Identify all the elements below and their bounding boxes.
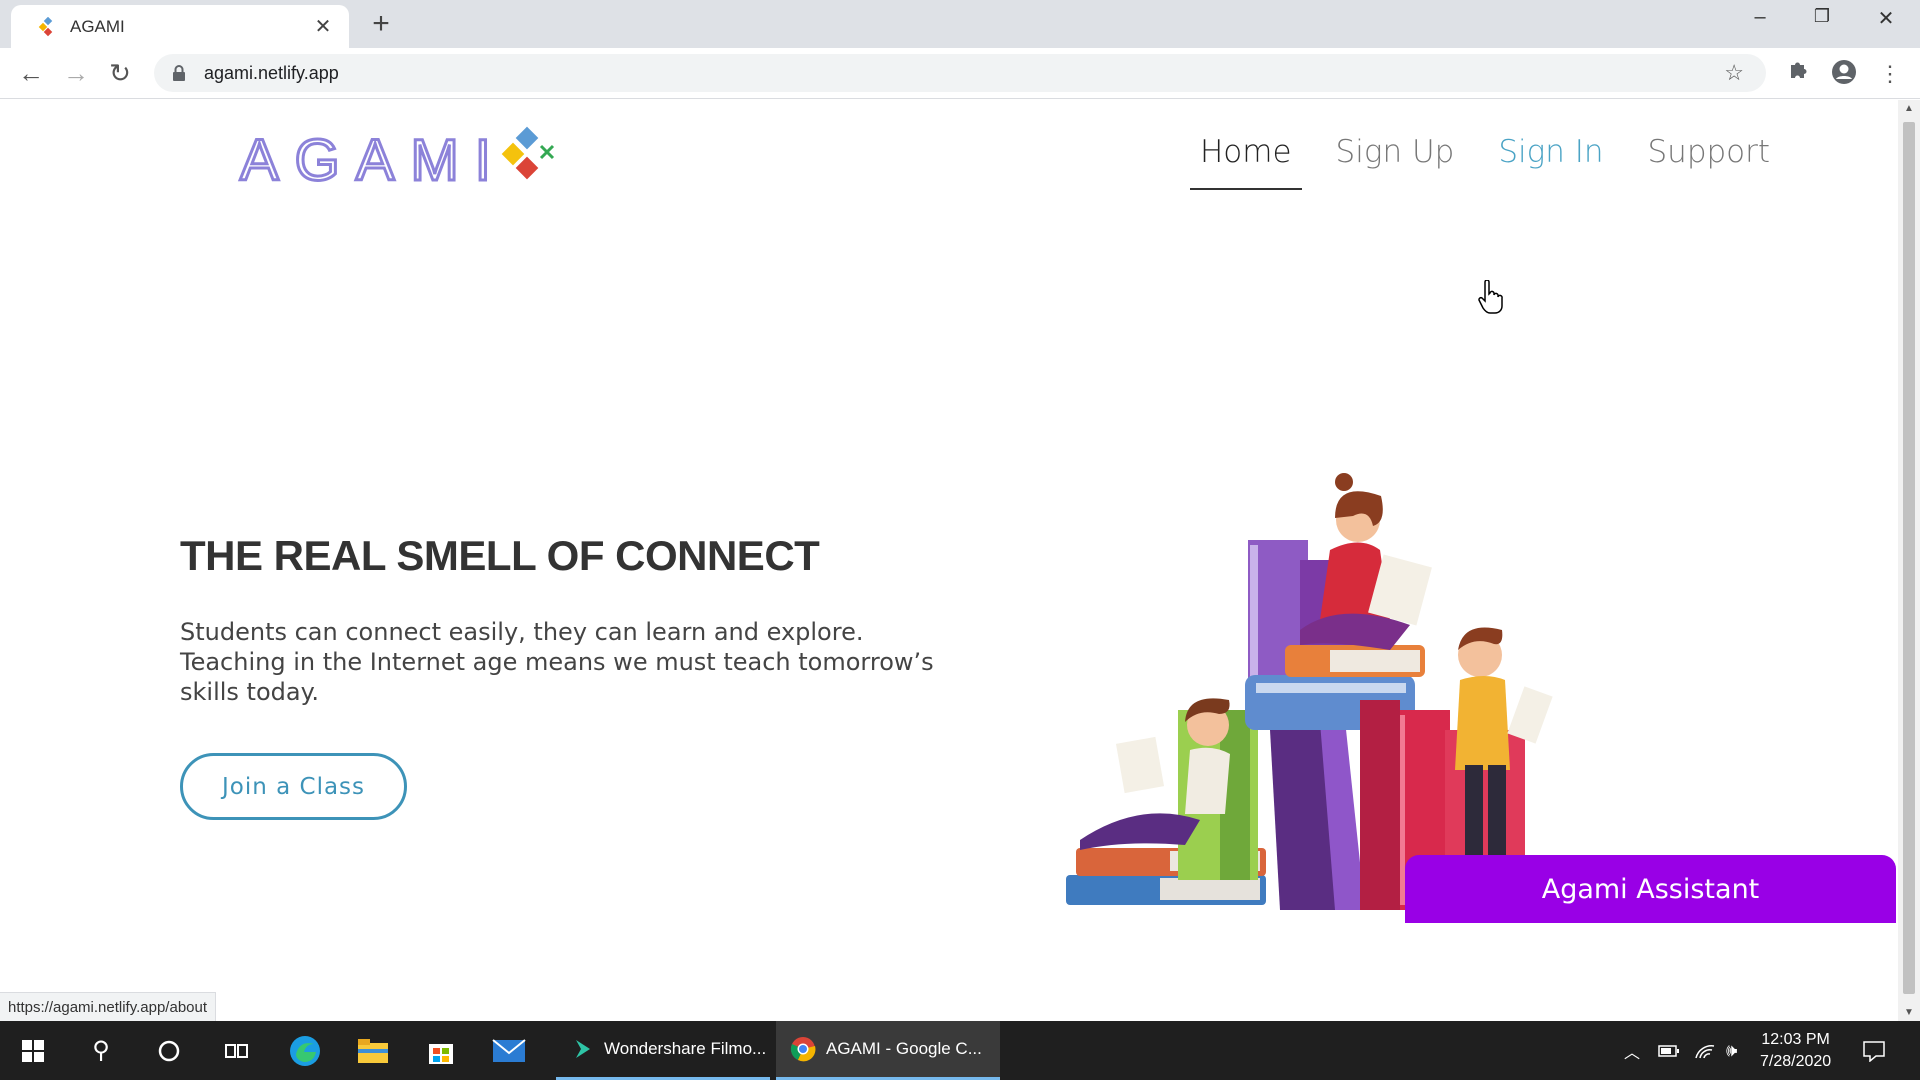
show-hidden-icons[interactable]: ︿ — [1624, 1021, 1640, 1080]
restore-icon[interactable]: ❐ — [1798, 6, 1846, 27]
filmora-icon — [576, 1040, 590, 1058]
web-page: AGAMI Home Sign Up Sign In Support THE R… — [0, 100, 1898, 1021]
forward-arrow-icon[interactable]: → — [61, 58, 91, 88]
hand-cursor-icon — [1478, 280, 1503, 314]
logo-text: AGAMI — [239, 126, 507, 194]
nav-sign-up[interactable]: Sign Up — [1326, 124, 1465, 190]
reload-icon[interactable]: ↻ — [105, 58, 135, 88]
microsoft-store-icon[interactable] — [408, 1021, 474, 1080]
agami-favicon-icon — [37, 16, 57, 37]
hero-title: THE REAL SMELL OF CONNECT — [180, 532, 820, 579]
windows-taskbar: ⚲ Wondershare Filmo... AGAMI - Google C.… — [0, 1021, 1920, 1080]
tab-title: AGAMI — [70, 16, 125, 36]
students-books-illustration — [1066, 473, 1553, 910]
status-bar-link: https://agami.netlify.app/about — [0, 992, 217, 1021]
nav-home[interactable]: Home — [1190, 124, 1302, 190]
volume-icon[interactable]: 🕪 — [1726, 1021, 1737, 1080]
edge-browser-icon[interactable] — [272, 1021, 338, 1080]
system-clock[interactable]: 12:03 PM 7/28/2020 — [1760, 1029, 1831, 1073]
url-text: agami.netlify.app — [204, 62, 339, 83]
clock-date: 7/28/2020 — [1760, 1053, 1832, 1070]
notifications-icon[interactable] — [1862, 1021, 1886, 1080]
nav-support[interactable]: Support — [1638, 124, 1781, 190]
battery-icon[interactable] — [1658, 1021, 1680, 1080]
profile-avatar-icon[interactable] — [1829, 59, 1859, 89]
mail-icon[interactable] — [476, 1021, 542, 1080]
clock-time: 12:03 PM — [1761, 1031, 1830, 1048]
browser-toolbar: ← → ↻ agami.netlify.app ☆ ⋮ — [0, 48, 1920, 99]
minimize-icon[interactable]: – — [1736, 6, 1784, 29]
cortana-icon[interactable] — [136, 1021, 202, 1080]
taskbar-app-label: Wondershare Filmo... — [604, 1039, 767, 1058]
browser-tab[interactable]: AGAMI ✕ — [11, 5, 349, 48]
hero-description: Students can connect easily, they can le… — [180, 618, 934, 706]
logo-diamonds-icon — [501, 126, 554, 180]
tab-close-icon[interactable]: ✕ — [311, 14, 335, 39]
scroll-down-icon[interactable]: ▼ — [1898, 1007, 1920, 1018]
back-arrow-icon[interactable]: ← — [16, 58, 46, 88]
scroll-up-icon[interactable]: ▲ — [1898, 103, 1920, 114]
extensions-puzzle-icon[interactable] — [1783, 59, 1813, 89]
nav-sign-in[interactable]: Sign In — [1488, 124, 1613, 190]
taskbar-app-chrome[interactable]: AGAMI - Google C... — [776, 1021, 1000, 1080]
network-wifi-icon[interactable] — [1694, 1021, 1716, 1080]
lock-icon — [172, 65, 186, 81]
chrome-icon — [790, 1037, 816, 1062]
bookmark-star-icon[interactable]: ☆ — [1724, 60, 1744, 86]
join-class-button[interactable]: Join a Class — [180, 753, 407, 820]
main-nav: Home Sign Up Sign In Support — [1190, 124, 1804, 190]
scrollbar-thumb[interactable] — [1903, 122, 1915, 994]
taskbar-app-filmora[interactable]: Wondershare Filmo... — [556, 1021, 770, 1080]
new-tab-button[interactable]: + — [366, 9, 396, 39]
agami-logo[interactable]: AGAMI — [239, 126, 565, 194]
address-bar[interactable]: agami.netlify.app ☆ — [154, 54, 1766, 92]
page-scrollbar[interactable]: ▲ ▼ — [1898, 100, 1920, 1021]
tab-strip: AGAMI ✕ + – ❐ ✕ — [0, 0, 1920, 48]
task-view-icon[interactable] — [204, 1021, 270, 1080]
close-window-icon[interactable]: ✕ — [1862, 6, 1910, 31]
file-explorer-icon[interactable] — [340, 1021, 406, 1080]
taskbar-app-label: AGAMI - Google C... — [826, 1039, 982, 1058]
search-icon[interactable]: ⚲ — [68, 1021, 134, 1080]
menu-kebab-icon[interactable]: ⋮ — [1875, 59, 1905, 89]
agami-assistant-button[interactable]: Agami Assistant — [1405, 855, 1896, 923]
windows-start-icon[interactable] — [0, 1021, 66, 1080]
